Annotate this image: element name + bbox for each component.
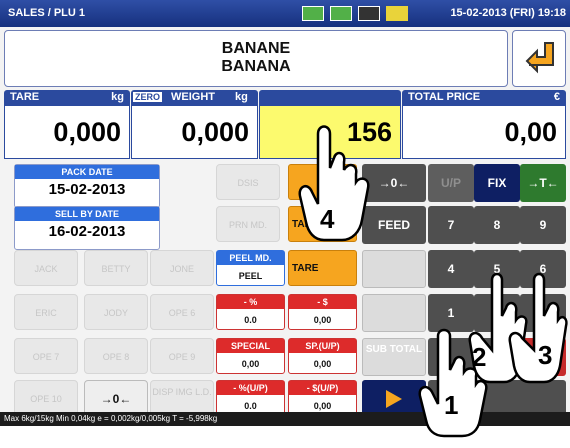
discount-percent-up-value: 0.0 [244,401,257,411]
discount-percent-value: 0.0 [244,315,257,325]
operator-7-button[interactable]: OPE 7 [14,338,78,374]
return-arrow-icon [525,42,554,74]
weight-value: 0,000 [131,105,258,159]
special-price-value: 0,00 [241,359,260,369]
product-name-line2: BANANA [221,58,291,75]
peel-mode-value: PEEL [238,271,263,281]
operator-eric-button[interactable]: ERIC [14,294,78,330]
pack-date-label: PACK DATE [15,165,159,179]
hand-number-3: 3 [538,340,552,370]
display-image-button[interactable]: DISP IMG L.D. [150,380,214,416]
print-mode-button[interactable]: PRN MD. [216,206,280,242]
special-price-label: SPECIAL [217,339,284,353]
peel-mode-button[interactable]: PEEL MD. PEEL [216,250,285,286]
total-unit: € [553,91,560,103]
discount-dollar-label: - $ [289,295,356,309]
hand-pointer-icon-4: 4 [298,125,370,242]
discount-percent-up-label: - %(U/P) [217,381,284,395]
key-8[interactable]: 8 [474,206,520,244]
hand-pointer-icon-3: 3 [508,272,568,384]
discount-dollar-up-label: - $(U/P) [289,381,356,395]
zero-button[interactable]: →0← [84,380,148,416]
sell-by-date-label: SELL BY DATE [15,207,159,221]
hand-number-4: 4 [320,204,335,234]
special-price-button[interactable]: SPECIAL 0,00 [216,338,285,374]
printer-status-icon [330,6,352,21]
operator-jack-button[interactable]: JACK [14,250,78,286]
operator-betty-button[interactable]: BETTY [84,250,148,286]
operator-8-button[interactable]: OPE 8 [84,338,148,374]
tare-value: 0,000 [4,105,130,159]
operator-jone-button[interactable]: JONE [150,250,214,286]
battery-icon [358,6,380,21]
tare-header: TARE kg [4,90,130,105]
weight-header: ZERO WEIGHT kg [131,90,258,105]
plug-icon [386,6,408,21]
tare-key[interactable]: →T← [520,164,566,202]
screen-title: SALES / PLU 1 [8,7,86,19]
discount-percent-button[interactable]: - % 0.0 [216,294,285,330]
weight-label: WEIGHT [171,91,215,103]
key-9[interactable]: 9 [520,206,566,244]
key-7[interactable]: 7 [428,206,474,244]
tare-label: TARE [10,91,40,103]
operator-10-button[interactable]: OPE 10 [14,380,78,416]
discount-percent-up-button[interactable]: - %(U/P) 0.0 [216,380,285,416]
total-label: TOTAL PRICE [408,91,481,103]
weight-unit: kg [235,91,248,103]
status-indicator-icon [302,6,324,21]
operator-jody-button[interactable]: JODY [84,294,148,330]
zero-badge: ZERO [133,92,163,102]
operator-9-button[interactable]: OPE 9 [150,338,214,374]
tare-unit: kg [111,91,124,103]
fix-key[interactable]: FIX [474,164,520,202]
product-name-line1: BANANE [221,40,291,57]
product-name-box: BANANE BANANA [4,30,508,87]
pack-date-value: 15-02-2013 [48,181,126,198]
discount-dollar-up-value: 0,00 [313,401,332,411]
discount-dollar-up-button[interactable]: - $(U/P) 0,00 [288,380,357,416]
sell-by-date-value: 16-02-2013 [48,223,126,240]
discount-percent-label: - % [217,295,284,309]
pack-date-panel[interactable]: PACK DATE 15-02-2013 [14,164,160,208]
special-unit-price-button[interactable]: SP.(U/P) 0,00 [288,338,357,374]
total-header: TOTAL PRICE € [402,90,566,105]
back-button[interactable] [512,30,566,87]
total-price-value: 0,00 [402,105,566,159]
dsis-button[interactable]: DSIS [216,164,280,200]
special-unit-price-label: SP.(U/P) [289,339,356,353]
discount-dollar-value: 0,00 [313,315,332,325]
peel-mode-label: PEEL MD. [217,251,284,265]
operator-6-button[interactable]: OPE 6 [150,294,214,330]
unit-price-header [259,90,401,105]
discount-dollar-button[interactable]: - $ 0,00 [288,294,357,330]
special-unit-price-value: 0,00 [313,359,332,369]
hand-number-2: 2 [472,342,486,372]
title-bar: SALES / PLU 1 15-02-2013 (FRI) 19:18 [0,0,570,27]
datetime: 15-02-2013 (FRI) 19:18 [450,7,566,19]
tare-button-b[interactable]: TARE [288,250,357,286]
unit-price-key[interactable]: U/P [428,164,474,202]
hand-number-1: 1 [444,390,458,420]
sell-by-date-panel[interactable]: SELL BY DATE 16-02-2013 [14,206,160,250]
blank-key-1[interactable] [362,250,426,288]
